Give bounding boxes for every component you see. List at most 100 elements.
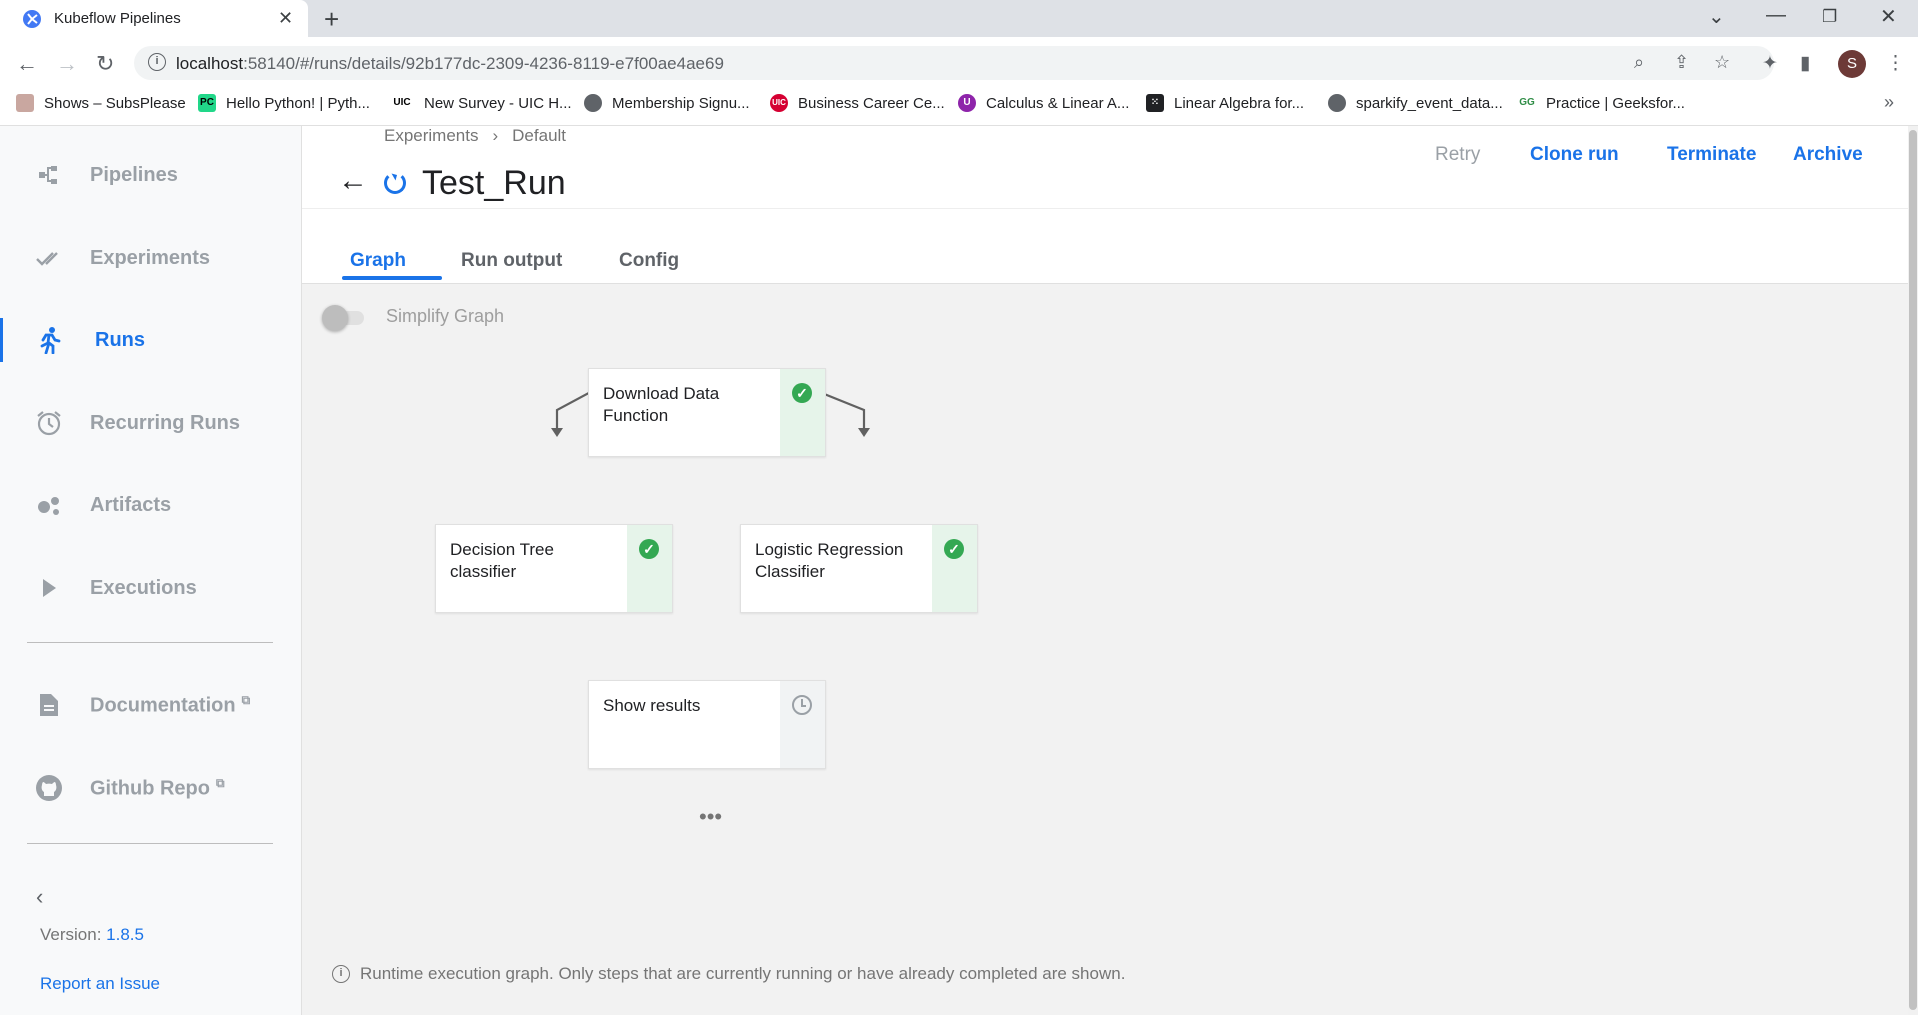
retry-button[interactable]: Retry — [1435, 144, 1480, 166]
bookmark-item[interactable]: U Calculus & Linear A... — [958, 94, 1129, 112]
collapse-sidebar-icon[interactable]: ‹ — [36, 884, 43, 910]
tab-search-icon[interactable]: ⌄ — [1708, 4, 1725, 29]
double-check-icon — [34, 243, 64, 273]
footnote-text: Runtime execution graph. Only steps that… — [360, 964, 1126, 983]
browser-tab[interactable]: Kubeflow Pipelines ✕ — [0, 0, 308, 37]
uic-icon: UIC — [390, 94, 414, 112]
globe-icon — [1328, 94, 1346, 112]
side-panel-icon[interactable]: ▮ — [1800, 52, 1810, 75]
reload-icon[interactable]: ↻ — [96, 51, 114, 77]
graph-canvas[interactable]: Simplify Graph Download Data Function ✓ … — [302, 283, 1910, 1015]
node-label: Decision Tree classifier — [450, 540, 554, 581]
sidebar-divider — [27, 843, 273, 844]
tab-graph[interactable]: Graph — [350, 250, 406, 272]
pipeline-icon — [34, 160, 64, 190]
breadcrumb-default[interactable]: Default — [512, 126, 566, 145]
share-icon[interactable]: ⇪ — [1674, 52, 1689, 73]
graph-edges — [551, 371, 870, 752]
minimize-icon[interactable]: — — [1766, 4, 1786, 27]
tab-config[interactable]: Config — [619, 250, 679, 272]
zoom-icon[interactable]: ⌕ — [1634, 52, 1644, 73]
new-tab-icon[interactable]: + — [324, 4, 339, 35]
sidebar-item-recurring-runs[interactable]: Recurring Runs — [0, 393, 300, 453]
graph-footnote: i Runtime execution graph. Only steps th… — [332, 964, 1125, 984]
clone-run-button[interactable]: Clone run — [1530, 144, 1619, 166]
page-scrollbar[interactable] — [1908, 126, 1918, 1015]
graph-node-logistic-regression[interactable]: Logistic Regression Classifier ✓ — [740, 524, 978, 613]
run-icon — [34, 325, 64, 355]
bookmark-item[interactable]: PC Hello Python! | Pyth... — [198, 94, 370, 112]
sidebar-link-documentation[interactable]: Documentation ⧉ — [0, 675, 300, 735]
node-label: Show results — [603, 696, 701, 715]
node-status: ✓ — [932, 525, 977, 612]
profile-avatar[interactable]: S — [1838, 50, 1866, 78]
bookmark-item[interactable]: sparkify_event_data... — [1328, 94, 1503, 112]
sidebar-item-pipelines[interactable]: Pipelines — [0, 145, 300, 205]
forward-icon[interactable]: → — [56, 51, 78, 77]
close-window-icon[interactable]: ✕ — [1880, 4, 1897, 29]
sidebar-item-experiments[interactable]: Experiments — [0, 228, 300, 288]
info-icon: i — [332, 965, 350, 983]
node-label: Logistic Regression Classifier — [755, 540, 904, 581]
more-nodes-icon[interactable]: ••• — [699, 804, 722, 830]
more-bookmarks-icon[interactable]: » — [1884, 92, 1894, 113]
pending-clock-icon — [792, 695, 812, 715]
close-tab-icon[interactable]: ✕ — [278, 8, 293, 29]
node-label: Download Data Function — [603, 384, 720, 425]
breadcrumb: Experiments › Default — [384, 126, 566, 146]
bubbles-icon — [34, 490, 64, 520]
browser-tabstrip: Kubeflow Pipelines ✕ + ⌄ — ❐ ✕ — [0, 0, 1918, 37]
graph-node-download-data[interactable]: Download Data Function ✓ — [588, 368, 826, 457]
restore-icon[interactable]: ❐ — [1822, 7, 1837, 27]
play-icon — [34, 573, 64, 603]
terminate-button[interactable]: Terminate — [1667, 144, 1756, 166]
report-issue-link[interactable]: Report an Issue — [40, 974, 160, 994]
sidebar-item-label: Executions — [90, 576, 197, 599]
main-content: Experiments › Default ← Test_Run Retry Clo… — [302, 126, 1918, 1015]
external-link-icon: ⧉ — [241, 692, 251, 707]
version-info: Version: 1.8.5 — [40, 925, 144, 944]
simplify-graph-toggle[interactable] — [322, 304, 370, 331]
extensions-icon[interactable]: ✦ — [1762, 52, 1778, 75]
address-bar[interactable]: i localhost:58140/#/runs/details/92b177d… — [134, 46, 1774, 80]
archive-button[interactable]: Archive — [1793, 144, 1863, 166]
node-status — [780, 681, 825, 768]
bookmark-item[interactable]: ⁙ Linear Algebra for... — [1146, 94, 1304, 112]
bookmark-item[interactable]: GG Practice | Geeksfor... — [1518, 94, 1685, 112]
url-text[interactable]: localhost:58140/#/runs/details/92b177dc-… — [176, 54, 724, 74]
bookmark-item[interactable]: Membership Signu... — [584, 94, 750, 112]
sidebar-link-label: Github Repo — [90, 777, 210, 800]
node-status: ✓ — [780, 369, 825, 456]
back-arrow-icon[interactable]: ← — [338, 164, 368, 198]
graph-node-decision-tree[interactable]: Decision Tree classifier ✓ — [435, 524, 673, 613]
sidebar-divider — [27, 642, 273, 643]
sidebar-item-label: Recurring Runs — [90, 411, 241, 434]
bookmark-star-icon[interactable]: ☆ — [1714, 52, 1730, 73]
browser-menu-icon[interactable]: ⋮ — [1886, 52, 1905, 75]
sidebar-link-github[interactable]: Github Repo ⧉ — [0, 758, 300, 818]
breadcrumb-experiments[interactable]: Experiments — [384, 126, 478, 145]
version-link[interactable]: 1.8.5 — [106, 925, 144, 944]
uic-red-icon: UIC — [770, 94, 788, 112]
kubeflow-logo-icon — [23, 10, 41, 28]
back-icon[interactable]: ← — [16, 51, 38, 77]
scrollbar-thumb[interactable] — [1909, 130, 1917, 1010]
tab-run-output[interactable]: Run output — [461, 250, 562, 272]
sidebar-item-artifacts[interactable]: Artifacts — [0, 475, 300, 535]
github-icon — [34, 773, 64, 803]
sidebar-item-runs[interactable]: Runs — [0, 310, 300, 370]
sidebar-item-label: Pipelines — [90, 163, 178, 186]
graph-node-show-results[interactable]: Show results — [588, 680, 826, 769]
sidebar-item-executions[interactable]: Executions — [0, 558, 300, 618]
bookmark-item[interactable]: UIC Business Career Ce... — [770, 94, 945, 112]
sidebar-item-label: Experiments — [90, 246, 211, 269]
tab-title: Kubeflow Pipelines — [54, 10, 181, 27]
active-tab-indicator — [342, 276, 442, 280]
sidebar-item-label: Artifacts — [90, 493, 172, 516]
globe-icon — [584, 94, 602, 112]
site-info-icon[interactable]: i — [148, 53, 166, 71]
bookmark-item[interactable]: Shows – SubsPlease — [16, 94, 186, 112]
alarm-icon — [34, 408, 64, 438]
node-status: ✓ — [627, 525, 672, 612]
bookmark-item[interactable]: UIC New Survey - UIC H... — [390, 94, 572, 112]
